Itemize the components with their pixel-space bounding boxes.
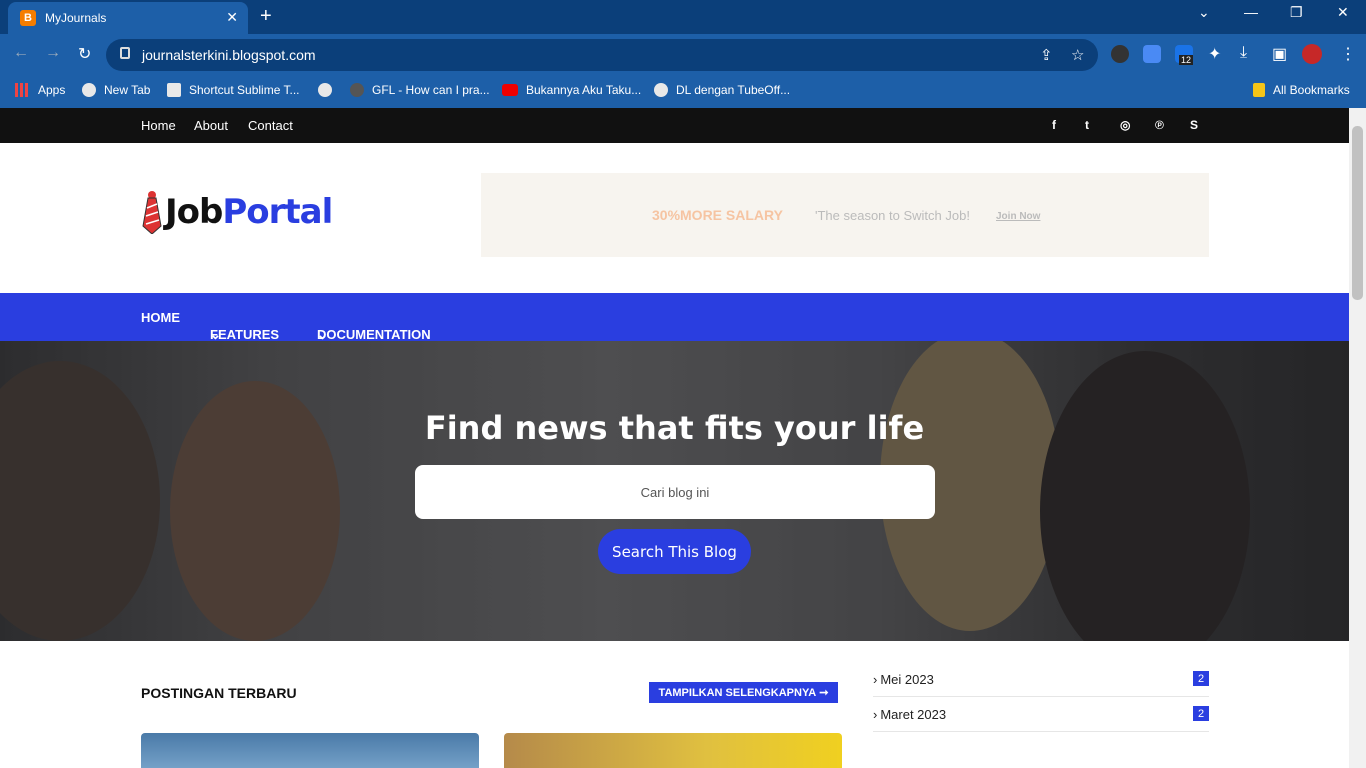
browser-tab[interactable]: B MyJournals ✕ <box>8 2 248 34</box>
menu-home[interactable]: HOME <box>141 310 180 325</box>
bookmark-globe[interactable] <box>318 83 340 97</box>
archive-count: 2 <box>1193 706 1209 721</box>
pinterest-icon[interactable]: ℗ <box>1155 118 1164 132</box>
archive-label: Maret 2023 <box>880 706 947 722</box>
bookmark-new-tab[interactable]: New Tab <box>82 83 150 97</box>
arrow-right-icon: ➞ <box>819 687 829 699</box>
hero-title: Find news that fits your life <box>424 409 925 447</box>
all-bookmarks-label: All Bookmarks <box>1273 83 1350 97</box>
archive-item[interactable]: › Mei 2023 2 <box>873 662 1209 697</box>
page-scrollbar[interactable] <box>1349 108 1366 768</box>
extension-badge: 12 <box>1179 55 1194 65</box>
close-tab-icon[interactable]: ✕ <box>226 9 238 26</box>
new-tab-icon[interactable]: + <box>260 5 272 28</box>
tab-title: MyJournals <box>45 11 107 25</box>
show-more-button[interactable]: TAMPILKAN SELENGKAPNYA ➞ <box>649 682 838 703</box>
minimize-icon[interactable]: — <box>1244 4 1258 20</box>
folder-icon <box>1253 83 1265 97</box>
side-panel-icon[interactable]: ▣ <box>1272 44 1287 64</box>
skype-icon[interactable]: S <box>1190 118 1198 132</box>
translate-icon[interactable] <box>1143 45 1161 63</box>
apps-grid-icon <box>15 83 29 97</box>
bookmark-label: Apps <box>38 83 66 97</box>
download-icon[interactable]: ⤓ <box>1240 44 1247 62</box>
scrollbar-thumb[interactable] <box>1352 126 1363 300</box>
bookmark-label: New Tab <box>104 83 151 97</box>
advertisement-banner[interactable]: 30%MORE SALARY 'The season to Switch Job… <box>481 173 1209 257</box>
menu-icon[interactable]: ⋮ <box>1340 44 1356 64</box>
bookmark-label: Shortcut Sublime T... <box>189 83 300 97</box>
globe-icon <box>82 83 96 97</box>
archive-label: Mei 2023 <box>880 671 934 687</box>
latest-posts-title: POSTINGAN TERBARU <box>141 685 297 701</box>
gfl-icon <box>350 83 364 97</box>
extension-badge-icon[interactable]: 12 <box>1175 45 1194 65</box>
share-icon[interactable]: ⇪ <box>1040 46 1053 64</box>
bookmark-star-icon[interactable]: ☆ <box>1071 46 1084 64</box>
back-icon[interactable]: ← <box>13 44 29 62</box>
blogger-icon: B <box>20 10 36 26</box>
bookmarks-bar: Apps New Tab Shortcut Sublime T... GFL -… <box>0 74 1366 108</box>
url-text: journalsterkini.blogspot.com <box>142 47 316 63</box>
globe-icon <box>318 83 332 97</box>
browser-toolbar: ← → ↻ journalsterkini.blogspot.com ⇪ ☆ 1… <box>0 34 1366 74</box>
bookmark-label: Bukannya Aku Taku... <box>526 83 642 97</box>
hero-section: Find news that fits your life Cari blog … <box>0 341 1349 641</box>
archive-item[interactable]: › Maret 2023 2 <box>873 697 1209 732</box>
extension-icon[interactable] <box>1111 45 1129 63</box>
restore-icon[interactable]: ❐ <box>1290 4 1303 21</box>
lock-icon <box>120 47 130 59</box>
window-close-icon[interactable]: ✕ <box>1337 4 1349 21</box>
reload-icon[interactable]: ↻ <box>78 44 91 64</box>
top-navigation: Home About Contact f t ◎ ℗ S <box>0 108 1349 143</box>
menu-documentation-label: DOCUMENTATION <box>317 327 431 342</box>
main-navigation: HOME FEATURES ⌄ DOCUMENTATION ⌄ <box>0 293 1349 342</box>
bookmark-tubeoff[interactable]: DL dengan TubeOff... <box>654 83 790 97</box>
bookmark-youtube[interactable]: Bukannya Aku Taku... <box>502 83 641 97</box>
twitter-icon[interactable]: t <box>1085 118 1089 132</box>
logo-job-text: Job <box>165 192 223 232</box>
nav-home-link[interactable]: Home <box>141 118 176 133</box>
forward-icon[interactable]: → <box>45 44 61 62</box>
tab-search-icon[interactable]: ⌄ <box>1198 4 1210 21</box>
ad-text: 'The season to Switch Job! <box>815 208 970 223</box>
youtube-icon <box>502 84 518 96</box>
ad-join-link[interactable]: Join Now <box>996 211 1040 222</box>
post-thumbnail[interactable] <box>504 733 842 768</box>
chevron-right-icon: › <box>873 706 878 722</box>
show-more-label: TAMPILKAN SELENGKAPNYA <box>658 686 817 699</box>
site-logo[interactable]: Job Portal <box>141 190 333 234</box>
address-bar[interactable]: journalsterkini.blogspot.com ⇪ ☆ <box>106 39 1098 71</box>
facebook-icon[interactable]: f <box>1052 118 1056 132</box>
search-placeholder: Cari blog ini <box>640 484 710 500</box>
instagram-icon[interactable]: ◎ <box>1120 118 1130 132</box>
globe-icon <box>654 83 668 97</box>
bookmark-gfl[interactable]: GFL - How can I pra... <box>350 83 490 97</box>
search-button[interactable]: Search This Blog <box>598 529 751 574</box>
bookmark-label: DL dengan TubeOff... <box>676 83 791 97</box>
profile-avatar[interactable] <box>1302 44 1322 64</box>
bookmark-apps[interactable]: Apps <box>15 83 65 97</box>
all-bookmarks[interactable]: All Bookmarks <box>1253 83 1350 97</box>
logo-portal-text: Portal <box>222 192 333 232</box>
bookmark-label: GFL - How can I pra... <box>372 83 490 97</box>
web-page: Home About Contact f t ◎ ℗ S Job Portal … <box>0 108 1349 768</box>
puzzle-icon[interactable]: ✦ <box>1208 44 1221 64</box>
post-thumbnail[interactable] <box>141 733 479 768</box>
chevron-right-icon: › <box>873 671 878 687</box>
search-input[interactable]: Cari blog ini <box>415 465 935 519</box>
bookmark-shortcut-sublime[interactable]: Shortcut Sublime T... <box>167 83 300 97</box>
necktie-icon <box>142 191 162 234</box>
page-icon <box>167 83 181 97</box>
nav-contact-link[interactable]: Contact <box>248 118 293 133</box>
nav-about-link[interactable]: About <box>194 118 228 133</box>
ad-headline: 30%MORE SALARY <box>652 207 783 223</box>
tab-strip: B MyJournals ✕ + ⌄ — ❐ ✕ <box>0 0 1366 34</box>
archive-count: 2 <box>1193 671 1209 686</box>
